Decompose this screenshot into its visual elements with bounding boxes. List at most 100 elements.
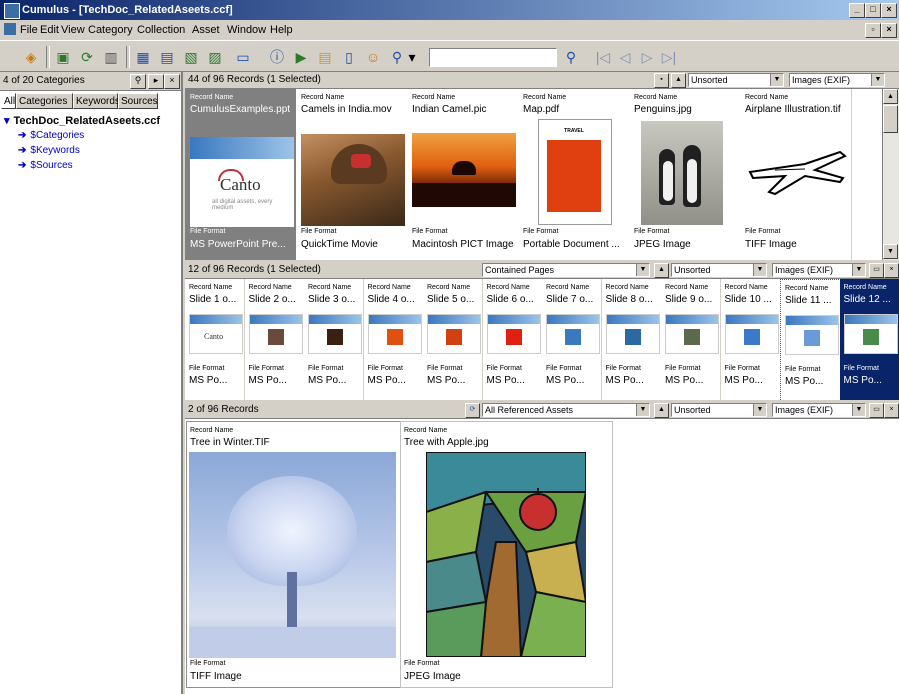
slide-card[interactable]: Record Name Slide 8 o... File Format MS Po.… — [601, 279, 662, 400]
slide-card[interactable]: Record Name Slide 7 o... File Format MS Po.… — [542, 279, 602, 400]
slide-thumbnail[interactable] — [486, 314, 541, 354]
filmstrip-icon[interactable]: ▭ — [232, 46, 254, 68]
maximize-button[interactable]: □ — [865, 3, 881, 18]
slide-card[interactable]: Record Name Slide 9 o... File Format MS Po.… — [661, 279, 721, 400]
thumbnail-view-icon[interactable]: ▦ — [132, 46, 154, 68]
record-thumbnail[interactable] — [412, 133, 516, 207]
record-card[interactable]: Record Name Airplane Illustration.tif Fi… — [740, 89, 852, 260]
slide-thumbnail[interactable] — [843, 314, 898, 354]
sort-select[interactable]: Unsorted ▼ — [671, 403, 767, 417]
expand-icon[interactable]: ▾ — [4, 115, 10, 127]
scroll-down-icon[interactable]: ▼ — [883, 244, 898, 259]
record-card[interactable]: Record Name Map.pdf TRAVEL File Format P… — [518, 89, 630, 260]
relation-select[interactable]: Contained Pages ▼ — [482, 263, 650, 277]
record-thumbnail[interactable] — [301, 134, 405, 226]
slide-card[interactable]: Record Name Slide 12 ... File Format MS Po.… — [839, 279, 899, 400]
view-select[interactable]: Images (EXIF) ▼ — [789, 73, 885, 87]
users-icon[interactable]: ☺ — [362, 46, 384, 68]
record-thumbnail[interactable] — [189, 452, 396, 658]
tree-item-sources[interactable]: ➔ $Sources — [18, 160, 73, 171]
relation-select[interactable]: All Referenced Assets ▼ — [482, 403, 650, 417]
collection-icon[interactable]: ▣ — [52, 46, 74, 68]
find-dropdown-icon[interactable]: ▾ — [406, 46, 418, 68]
record-thumbnail[interactable] — [426, 452, 586, 657]
slide-thumbnail[interactable] — [724, 314, 779, 354]
slide-thumbnail[interactable] — [308, 314, 362, 354]
split-view-icon[interactable]: ▭ — [869, 403, 884, 418]
category-next-icon[interactable]: ▸ — [148, 74, 164, 89]
chevron-down-icon[interactable]: ▼ — [636, 404, 649, 416]
chevron-down-icon[interactable]: ▼ — [852, 404, 865, 416]
tab-sources[interactable]: Sources — [118, 93, 158, 109]
record-thumbnail[interactable]: Canto all digital assets, every medium — [190, 137, 294, 227]
slide-thumbnail[interactable] — [785, 315, 839, 355]
record-card[interactable]: Record Name CumulusExamples.ppt Canto al… — [185, 89, 297, 260]
preview-icon[interactable]: ▨ — [204, 46, 226, 68]
scroll-thumb[interactable] — [883, 105, 898, 133]
chevron-down-icon[interactable]: ▼ — [852, 264, 865, 276]
record-thumbnail[interactable]: TRAVEL — [538, 119, 612, 225]
slide-thumbnail[interactable] — [427, 314, 481, 354]
menu-view[interactable]: View — [61, 24, 85, 36]
record-card[interactable]: Record Name Penguins.jpg File Format JPE… — [629, 89, 741, 260]
panel-close-icon[interactable]: × — [884, 263, 899, 278]
tree-root-item[interactable]: ▾ TechDoc_RelatedAseets.ccf — [4, 114, 160, 127]
record-view-icon[interactable]: ▧ — [180, 46, 202, 68]
slide-thumbnail[interactable] — [248, 314, 303, 354]
slide-card[interactable]: Record Name Slide 5 o... File Format MS Po.… — [423, 279, 483, 400]
menu-category[interactable]: Category — [88, 24, 133, 36]
scroll-up-icon[interactable]: ▲ — [883, 89, 898, 104]
quick-search-input[interactable] — [429, 48, 557, 67]
slide-card[interactable]: Record Name Slide 3 o... File Format MS Po.… — [304, 279, 364, 400]
slide-thumbnail[interactable]: Canto — [189, 314, 243, 354]
tab-categories[interactable]: Categories — [16, 93, 73, 109]
record-thumbnail[interactable] — [641, 121, 723, 225]
split-view-icon[interactable]: ▭ — [869, 263, 884, 278]
minimize-button[interactable]: _ — [849, 3, 865, 18]
first-record-icon[interactable]: |◁ — [592, 46, 614, 68]
slide-card[interactable]: Record Name Slide 2 o... File Format MS Po.… — [244, 279, 305, 400]
tab-keywords[interactable]: Keywords — [73, 93, 120, 109]
tree-item-categories[interactable]: ➔ $Categories — [18, 130, 84, 141]
slideshow-icon[interactable]: ▤ — [314, 46, 336, 68]
category-close-icon[interactable]: × — [164, 74, 180, 89]
chevron-down-icon[interactable]: ▼ — [753, 264, 766, 276]
info-icon[interactable]: ⓘ — [266, 46, 288, 68]
chevron-down-icon[interactable]: ▼ — [753, 404, 766, 416]
menu-edit[interactable]: Edit — [40, 24, 59, 36]
doc-close-button[interactable]: × — [881, 23, 897, 38]
slide-thumbnail[interactable] — [367, 314, 422, 354]
print-icon[interactable]: ▯ — [338, 46, 360, 68]
sort-select[interactable]: Unsorted ▼ — [688, 73, 784, 87]
sort-select[interactable]: Unsorted ▼ — [671, 263, 767, 277]
sort-direction-icon[interactable]: ▲ — [654, 403, 669, 418]
tab-all[interactable]: All — [1, 93, 16, 109]
slide-card[interactable]: Record Name Slide 6 o... File Format MS Po.… — [482, 279, 543, 400]
tree-item-keywords[interactable]: ➔ $Keywords — [18, 145, 80, 156]
menu-help[interactable]: Help — [270, 24, 293, 36]
sort-direction-icon[interactable]: ▲ — [671, 73, 686, 88]
view-toggle-icon[interactable]: ▪ — [654, 73, 669, 88]
last-record-icon[interactable]: ▷| — [658, 46, 680, 68]
slide-card[interactable]: Record Name Slide 4 o... File Format MS Po.… — [363, 279, 424, 400]
slide-card[interactable]: Record Name Slide 1 o... Canto File Format M… — [185, 279, 245, 400]
category-search-icon[interactable]: ⚲ — [130, 74, 146, 89]
record-card[interactable]: Record Name Tree with Apple.jpg File For… — [400, 421, 613, 688]
previous-record-icon[interactable]: ◁ — [614, 46, 636, 68]
menu-collection[interactable]: Collection — [137, 24, 185, 36]
record-card[interactable]: Record Name Indian Camel.pic File Format… — [407, 89, 519, 260]
slide-card[interactable]: Record Name Slide 11 ... File Format MS Po.… — [780, 279, 841, 400]
chevron-down-icon[interactable]: ▼ — [636, 264, 649, 276]
menu-file[interactable]: File — [20, 24, 38, 36]
slide-thumbnail[interactable] — [546, 314, 600, 354]
view-select[interactable]: Images (EXIF) ▼ — [772, 403, 866, 417]
record-card[interactable]: Record Name Camels in India.mov File For… — [296, 89, 408, 260]
search-go-icon[interactable]: ⚲ — [560, 46, 582, 68]
document-icon[interactable] — [4, 23, 16, 35]
chevron-down-icon[interactable]: ▼ — [770, 74, 783, 86]
details-view-icon[interactable]: ▤ — [156, 46, 178, 68]
sort-direction-icon[interactable]: ▲ — [654, 263, 669, 278]
doc-restore-button[interactable]: ▫ — [865, 23, 881, 38]
view-select[interactable]: Images (EXIF) ▼ — [772, 263, 866, 277]
catalog-icon[interactable]: ◈ — [20, 46, 42, 68]
